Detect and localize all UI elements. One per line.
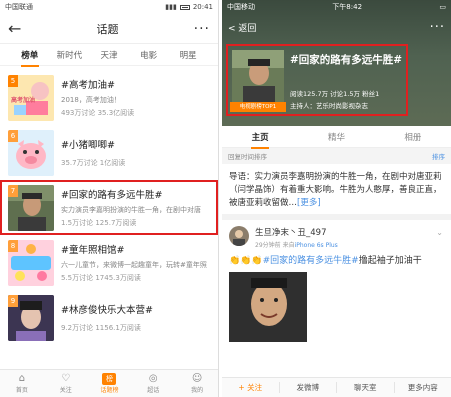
- post-meta: 29分钟前 来自iPhone 6s Plus: [255, 242, 338, 249]
- tab-album[interactable]: 相册: [375, 131, 451, 143]
- topic-stats: 9.2万讨论 1156.1万阅读: [61, 324, 141, 332]
- sort-bar: 回复时间排序 排序: [222, 148, 451, 164]
- more-content-button[interactable]: 更多内容: [395, 382, 451, 393]
- topic-name: #回家的路有多远牛胜#: [61, 190, 163, 201]
- nav-topic-ranking[interactable]: 榜话题榜: [88, 370, 132, 397]
- topic-desc: 2018，高考加油！: [61, 96, 121, 104]
- page-header: ← 话题 ···: [0, 14, 218, 44]
- chat-room-button[interactable]: 聊天室: [337, 382, 395, 393]
- rank-badge: 5: [8, 74, 18, 87]
- ranking-icon: 榜: [102, 373, 117, 385]
- clock-label: 下午8:42: [332, 3, 363, 11]
- tab-movie[interactable]: 电影: [129, 49, 169, 61]
- topic-stats: 1.5万讨论 125.7万阅读: [61, 219, 137, 227]
- topic-thumbnail: 5 高考加油: [8, 74, 54, 121]
- topic-metrics: 阅读125.7万 讨论1.5万 粉丝1: [290, 90, 380, 98]
- topic-tabs: 榜单 新时代 天津 电影 明星: [0, 44, 218, 66]
- tab-home[interactable]: 主页: [222, 131, 298, 143]
- intro-more-link[interactable]: [更多]: [297, 198, 321, 208]
- carrier-label: 中国联通: [5, 3, 33, 11]
- left-screen: 中国联通 ▮▮▮ 20:41 ← 话题 ··· 榜单 新时代 天津 电影 明星 …: [0, 0, 219, 397]
- topic-name: #童年照相馆#: [61, 245, 125, 256]
- post-time: 29分钟前: [255, 242, 281, 249]
- signal-icon: ▮▮▮: [165, 3, 177, 11]
- nav-super-topic[interactable]: ◎ 超话: [131, 370, 175, 397]
- post-text: 撸起袖子加油干: [358, 256, 422, 266]
- back-arrow-icon[interactable]: ←: [8, 19, 21, 38]
- thumb-caption: 高考加油: [11, 96, 36, 104]
- topic-name: #小猪唧唧#: [61, 140, 115, 151]
- feed-post: ⌄ 生旦净末丶丑_497 29分钟前 来自iPhone 6s Plus 👏👏👏#…: [222, 220, 451, 348]
- topic-name: #高考加油#: [61, 80, 115, 91]
- topic-header: 中国移动 下午8:42 ▭ < 返回 ··· 电视剧榜TOP1 #回家的路有多远…: [222, 0, 451, 126]
- post-topic-link[interactable]: #回家的路有多远牛胜#: [263, 256, 359, 266]
- topic-thumbnail: 9: [8, 294, 54, 341]
- post-content: 👏👏👏#回家的路有多远牛胜#撸起袖子加油干: [229, 255, 444, 268]
- tab-new-era[interactable]: 新时代: [50, 49, 90, 61]
- topic-desc: 实力演员李嘉明扮演的牛胜一角，在剧中对唐: [61, 206, 201, 214]
- topic-row-highlighted[interactable]: 7 #回家的路有多远牛胜# 实力演员李嘉明扮演的牛胜一角，在剧中对唐 1.5万讨…: [0, 180, 218, 235]
- topic-thumbnail: 7: [8, 184, 54, 231]
- profile-icon: ☺: [191, 373, 203, 384]
- topic-name: #林彦俊快乐大本营#: [61, 305, 153, 316]
- post-photo[interactable]: [229, 272, 307, 342]
- status-bar: 中国联通 ▮▮▮ 20:41: [0, 0, 218, 14]
- rank-badge: 9: [8, 294, 18, 307]
- topic-row[interactable]: 5 高考加油 #高考加油# 2018，高考加油！ 493万讨论 35.3亿阅读: [0, 70, 218, 125]
- right-screen: 中国移动 下午8:42 ▭ < 返回 ··· 电视剧榜TOP1 #回家的路有多远…: [222, 0, 451, 397]
- clock-label: 20:41: [192, 3, 213, 11]
- topic-host: 主持人：艺乐时尚影视杂志: [290, 102, 368, 110]
- topic-stats: 493万讨论 35.3亿阅读: [61, 109, 135, 117]
- topic-card-highlighted: 电视剧榜TOP1 #回家的路有多远牛胜# 阅读125.7万 讨论1.5万 粉丝1…: [226, 44, 408, 116]
- bottom-tab-bar: ⌂ 首页 ♡ 关注 榜话题榜 ◎ 超话 ☺ 我的: [0, 369, 218, 397]
- sort-button[interactable]: 排序: [432, 151, 445, 161]
- topic-row[interactable]: 6 #小猪唧唧# 35.7万讨论 1亿阅读: [0, 125, 218, 180]
- topic-stats: 5.5万讨论 1745.3万阅读: [61, 274, 141, 282]
- nav-follow[interactable]: ♡ 关注: [44, 370, 88, 397]
- intro-text: 导语：实力演员李嘉明扮演的牛胜一角，在剧中对唐亚莉（闫学晶饰）有着重大影响。牛胜…: [229, 172, 442, 208]
- post-device[interactable]: iPhone 6s Plus: [295, 242, 338, 249]
- topic-intro: 导语：实力演员李嘉明扮演的牛胜一角，在剧中对唐亚莉（闫学晶饰）有着重大影响。牛胜…: [222, 164, 451, 220]
- page-title: 话题: [96, 22, 119, 36]
- home-icon: ⌂: [18, 373, 26, 384]
- bottom-action-bar: + 关注 发微博 聊天室 更多内容: [222, 377, 451, 397]
- follow-button[interactable]: + 关注: [222, 382, 280, 393]
- battery-icon: [179, 4, 190, 10]
- more-icon[interactable]: ···: [430, 20, 445, 35]
- nav-home[interactable]: ⌂ 首页: [0, 370, 44, 397]
- tab-featured[interactable]: 精华: [298, 131, 374, 143]
- rank-badge: 8: [8, 239, 18, 252]
- tab-tianjin[interactable]: 天津: [89, 49, 129, 61]
- topic-page-tabs: 主页 精华 相册: [222, 126, 451, 148]
- nav-me[interactable]: ☺ 我的: [175, 370, 218, 397]
- tab-star[interactable]: 明星: [168, 49, 208, 61]
- battery-icon: ▭: [439, 3, 446, 11]
- topic-row[interactable]: 8 #童年照相馆# 六一儿童节，来微博一起趣童年，玩转#童年照 5.5万讨论 1…: [0, 235, 218, 290]
- avatar[interactable]: [229, 226, 249, 246]
- topic-stats: 35.7万讨论 1亿阅读: [61, 159, 126, 167]
- ranking-badge: 电视剧榜TOP1: [230, 102, 286, 112]
- tab-ranking[interactable]: 榜单: [10, 49, 50, 61]
- back-button[interactable]: < 返回: [228, 21, 256, 34]
- topic-list: 5 高考加油 #高考加油# 2018，高考加油！ 493万讨论 35.3亿阅读 …: [0, 66, 218, 345]
- rank-badge: 6: [8, 129, 18, 142]
- topic-desc: 六一儿童节，来微博一起趣童年，玩转#童年照: [61, 261, 207, 269]
- chevron-down-icon[interactable]: ⌄: [436, 228, 443, 237]
- topic-title: #回家的路有多远牛胜#: [290, 54, 403, 66]
- more-icon[interactable]: ···: [194, 21, 210, 37]
- rank-badge: 7: [8, 184, 18, 197]
- post-weibo-button[interactable]: 发微博: [280, 382, 337, 393]
- topic-thumbnail: 8: [8, 239, 54, 286]
- heart-icon: ♡: [61, 373, 71, 384]
- actor-portrait-image: [232, 50, 284, 102]
- carrier-label: 中国移动: [227, 3, 255, 11]
- sort-label: 回复时间排序: [228, 153, 267, 161]
- clap-emoji: 👏👏👏: [229, 256, 263, 266]
- post-username[interactable]: 生旦净末丶丑_497: [255, 226, 444, 238]
- topic-row[interactable]: 9 #林彦俊快乐大本营# 9.2万讨论 1156.1万阅读: [0, 290, 218, 345]
- super-topic-icon: ◎: [148, 373, 158, 384]
- status-bar: 中国移动 下午8:42 ▭: [222, 0, 451, 14]
- topic-thumbnail: 6: [8, 129, 54, 176]
